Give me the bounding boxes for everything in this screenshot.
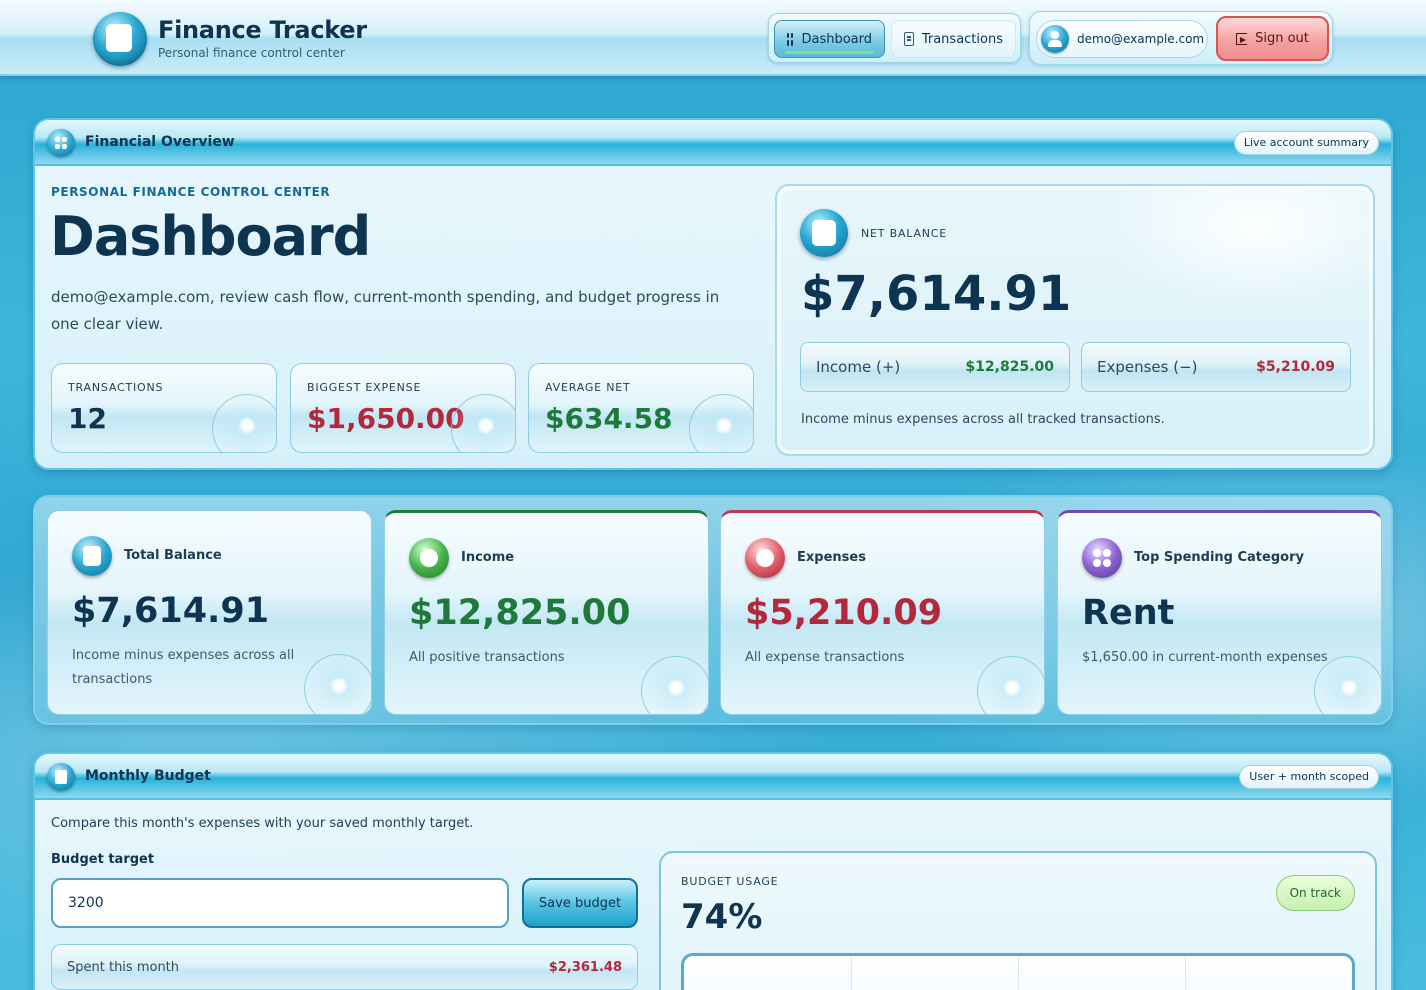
- stat-value: 12: [68, 402, 107, 435]
- app-title: Finance Tracker: [158, 16, 367, 44]
- net-balance-note: Income minus expenses across all tracked…: [801, 412, 1165, 427]
- budget-target-label: Budget target: [51, 852, 155, 867]
- nav-dashboard-label: Dashboard: [801, 31, 872, 47]
- spent-label: Spent this month: [67, 959, 180, 975]
- stat-value: $634.58: [545, 402, 673, 435]
- user-email: demo@example.com: [1077, 32, 1205, 46]
- stat-biggest-expense: BIGGEST EXPENSE $1,650.00: [290, 363, 516, 453]
- document-icon: [904, 32, 914, 46]
- metrics-row: Total Balance $7,614.91 Income minus exp…: [33, 495, 1393, 725]
- metric-value: Rent: [1082, 593, 1175, 633]
- nav-transactions-label: Transactions: [921, 31, 1003, 47]
- metric-title: Expenses: [797, 550, 866, 565]
- bubble-decoration: [641, 656, 708, 714]
- panel-title: Monthly Budget: [85, 768, 211, 784]
- stat-label: BIGGEST EXPENSE: [307, 381, 422, 394]
- main-nav: Dashboard Transactions: [768, 13, 1021, 63]
- metric-desc: All expense transactions: [745, 650, 905, 665]
- wallet-icon: [72, 536, 112, 576]
- status-badge: On track: [1275, 875, 1355, 911]
- eyebrow: PERSONAL FINANCE CONTROL CENTER: [51, 185, 331, 199]
- bubble-decoration: [451, 394, 515, 452]
- financial-overview-panel: Financial Overview Live account summary …: [33, 118, 1393, 470]
- nav-dashboard[interactable]: Dashboard: [774, 20, 885, 58]
- save-budget-button[interactable]: Save budget: [522, 878, 638, 928]
- income-summary: Income (+) $12,825.00: [800, 342, 1070, 392]
- net-balance-label: NET BALANCE: [861, 227, 948, 240]
- panel-chip: User + month scoped: [1239, 765, 1379, 789]
- page-title: Dashboard: [50, 205, 371, 268]
- user-pill[interactable]: demo@example.com: [1036, 20, 1208, 58]
- grid-icon: [47, 129, 75, 157]
- bubble-decoration: [977, 656, 1044, 714]
- stat-average-net: AVERAGE NET $634.58: [528, 363, 754, 453]
- expense-icon: [745, 538, 785, 578]
- metric-expenses: Expenses $5,210.09 All expense transacti…: [720, 510, 1045, 715]
- spent-value: $2,361.48: [548, 959, 622, 975]
- stat-value: $1,650.00: [307, 402, 465, 435]
- bubble-decoration: [212, 394, 276, 452]
- budget-usage-card: BUDGET USAGE 74% On track: [659, 851, 1377, 990]
- nav-transactions[interactable]: Transactions: [891, 20, 1016, 58]
- metric-desc: Income minus expenses across all transac…: [72, 648, 295, 687]
- chart-grid-line: [851, 956, 852, 990]
- app-header: Finance Tracker Personal finance control…: [0, 0, 1426, 76]
- metric-value: $12,825.00: [409, 593, 631, 633]
- wallet-icon: [800, 209, 848, 257]
- expenses-summary: Expenses (−) $5,210.09: [1081, 342, 1351, 392]
- metric-title: Total Balance: [124, 548, 222, 563]
- chart-grid-line: [1018, 956, 1019, 990]
- metric-income: Income $12,825.00 All positive transacti…: [384, 510, 709, 715]
- expenses-summary-label: Expenses (−): [1097, 358, 1198, 376]
- metric-title: Top Spending Category: [1134, 550, 1304, 565]
- budget-description: Compare this month's expenses with your …: [51, 816, 474, 831]
- metric-value: $7,614.91: [72, 591, 270, 631]
- expenses-summary-value: $5,210.09: [1256, 359, 1335, 375]
- net-balance-value: $7,614.91: [801, 266, 1072, 322]
- metric-desc: All positive transactions: [409, 650, 565, 665]
- metric-title: Income: [461, 550, 515, 565]
- panel-header: Monthly Budget User + month scoped: [35, 754, 1391, 800]
- category-icon: [1082, 538, 1122, 578]
- app-subtitle: Personal finance control center: [158, 46, 345, 60]
- signout-button[interactable]: Sign out: [1216, 16, 1329, 61]
- panel-title: Financial Overview: [85, 134, 235, 150]
- income-icon: [409, 538, 449, 578]
- stat-label: TRANSACTIONS: [68, 381, 164, 394]
- bubble-decoration: [1314, 656, 1381, 714]
- signout-label: Sign out: [1255, 31, 1309, 46]
- spent-this-month: Spent this month $2,361.48: [51, 944, 638, 990]
- income-summary-label: Income (+): [816, 358, 901, 376]
- grid-icon: [787, 32, 794, 46]
- net-balance-card: NET BALANCE $7,614.91 Income (+) $12,825…: [775, 184, 1375, 456]
- budget-usage-percent: 74%: [681, 897, 763, 937]
- stat-label: AVERAGE NET: [545, 381, 631, 394]
- panel-chip: Live account summary: [1233, 131, 1379, 155]
- metric-desc: $1,650.00 in current-month expenses: [1082, 650, 1328, 665]
- panel-header: Financial Overview Live account summary: [35, 120, 1391, 166]
- budget-usage-label: BUDGET USAGE: [681, 875, 779, 888]
- budget-usage-chart: [681, 953, 1355, 990]
- user-icon: [1041, 25, 1069, 53]
- income-summary-value: $12,825.00: [965, 359, 1054, 375]
- wallet-icon: [47, 763, 75, 791]
- wallet-icon: [93, 12, 147, 66]
- metric-top-category: Top Spending Category Rent $1,650.00 in …: [1057, 510, 1382, 715]
- metric-total-balance: Total Balance $7,614.91 Income minus exp…: [47, 510, 372, 715]
- metric-value: $5,210.09: [745, 593, 943, 633]
- budget-target-input[interactable]: [51, 878, 509, 928]
- chart-grid-line: [1185, 956, 1186, 990]
- exit-icon: [1236, 32, 1248, 45]
- bubble-decoration: [689, 394, 753, 452]
- bubble-decoration: [304, 654, 371, 714]
- intro-text: demo@example.com, review cash flow, curr…: [51, 288, 720, 333]
- user-area: demo@example.com Sign out: [1029, 11, 1333, 65]
- stat-transactions: TRANSACTIONS 12: [51, 363, 277, 453]
- monthly-budget-panel: Monthly Budget User + month scoped Compa…: [33, 752, 1393, 990]
